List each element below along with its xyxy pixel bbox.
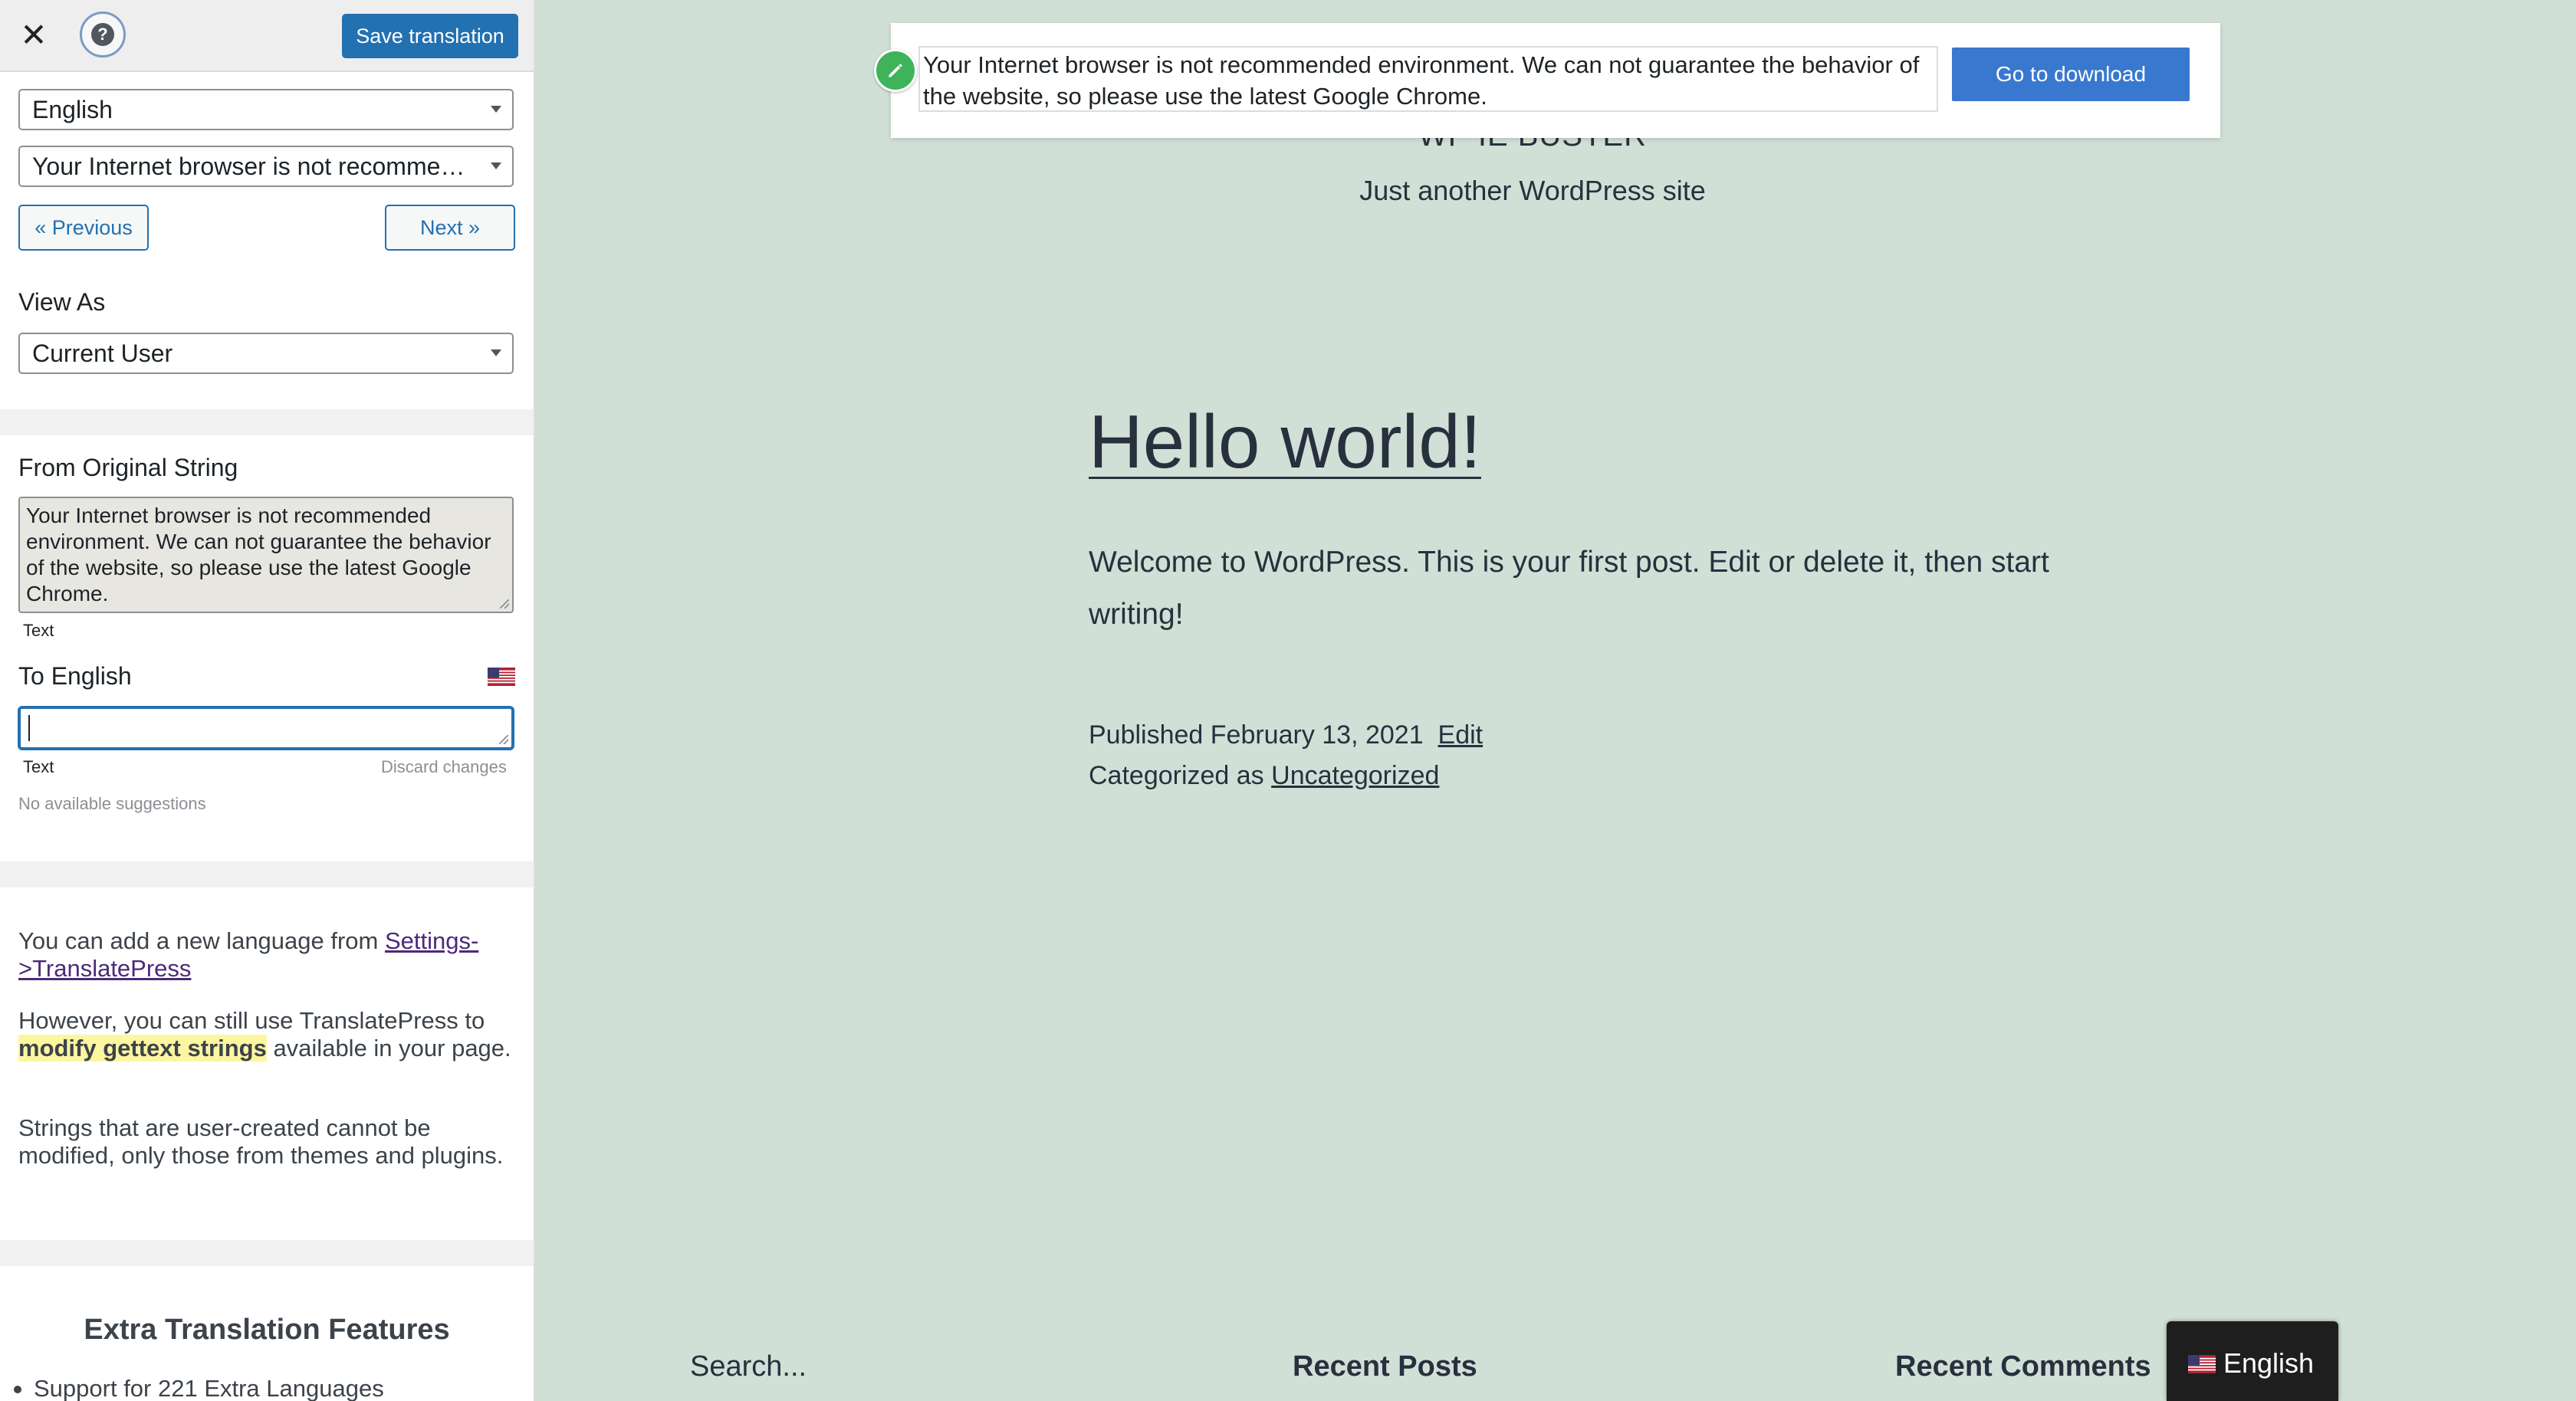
gettext-highlight: modify gettext strings [18,1035,267,1061]
notice-text[interactable]: Your Internet browser is not recommended… [918,46,1938,112]
translation-sidebar: ✕ ? Save translation English Your Intern… [0,0,535,1401]
edit-link[interactable]: Edit [1438,720,1484,750]
view-as-select-value: Current User [32,340,173,367]
extra-features-panel: Extra Translation Features Support for 2… [0,1266,534,1401]
from-original-label: From Original String [18,454,238,481]
post-body: Welcome to WordPress. This is your first… [1089,546,2049,631]
string-select-value: Your Internet browser is not recommended… [32,153,512,180]
chevron-down-icon [491,162,501,169]
language-switcher-label: English [2223,1347,2315,1379]
info-panel: You can add a new language from Settings… [0,888,534,1240]
chevron-down-icon [491,349,501,356]
no-suggestions-text: No available suggestions [18,794,206,813]
text-cursor [28,715,30,741]
original-string-textarea[interactable]: Your Internet browser is not recommended… [18,497,514,613]
discard-changes-link[interactable]: Discard changes [381,757,507,777]
to-english-label: To English [18,662,132,690]
translation-type-label: Text [23,757,54,776]
view-as-select[interactable]: Current User [18,333,514,374]
original-string-text: Your Internet browser is not recommended… [26,504,491,605]
resize-handle-icon[interactable] [500,599,509,609]
language-switcher[interactable]: English [2167,1321,2338,1401]
previous-button[interactable]: « Previous [18,205,149,251]
category-link[interactable]: Uncategorized [1271,761,1439,790]
site-preview: WP IE BUSTER Just another WordPress site… [535,0,2576,1401]
site-tagline: Just another WordPress site [1359,175,1706,206]
language-select-value: English [32,96,113,123]
us-flag-icon [488,668,515,686]
us-flag-icon [2188,1355,2216,1373]
selection-panel: English Your Internet browser is not rec… [0,72,534,409]
published-date: Published February 13, 2021 [1089,720,1424,750]
browser-notice: Your Internet browser is not recommended… [891,23,2220,138]
gettext-info-post: available in your page. [266,1035,511,1061]
categorized-label: Categorized as [1089,761,1272,790]
gettext-info: However, you can still use TranslatePres… [18,1007,517,1062]
view-as-label: View As [18,288,106,316]
search-widget[interactable]: Search... [690,1350,807,1383]
user-created-info: Strings that are user-created cannot be … [18,1114,504,1169]
language-select[interactable]: English [18,89,514,130]
save-translation-button[interactable]: Save translation [342,14,518,58]
add-language-info: You can add a new language from Settings… [18,927,517,983]
next-button[interactable]: Next » [385,205,515,251]
go-to-download-button[interactable]: Go to download [1952,48,2190,101]
help-icon[interactable]: ? [80,11,126,57]
post-category-meta: Categorized as Uncategorized [1089,761,1439,791]
string-editor-panel: From Original String Your Internet brows… [0,435,534,861]
original-type-label: Text [23,621,54,640]
recent-posts-heading: Recent Posts [1293,1350,1477,1383]
recent-comments-heading: Recent Comments [1895,1350,2151,1383]
post-published-meta: Published February 13, 2021 Edit [1089,720,1483,750]
resize-handle-icon[interactable] [499,735,508,744]
chevron-down-icon [491,106,501,113]
translation-textarea[interactable] [18,707,514,750]
close-icon[interactable]: ✕ [17,18,51,52]
edit-pencil-icon[interactable] [874,49,917,92]
gettext-info-pre: However, you can still use TranslatePres… [18,1007,485,1034]
post-title-link[interactable]: Hello world! [1089,399,1481,485]
add-language-text: You can add a new language from [18,927,385,954]
sidebar-topbar: ✕ ? Save translation [0,0,534,72]
extra-features-title: Extra Translation Features [84,1314,450,1346]
string-select[interactable]: Your Internet browser is not recommended… [18,146,514,187]
extra-feature-item: Support for 221 Extra Languages [14,1375,384,1401]
